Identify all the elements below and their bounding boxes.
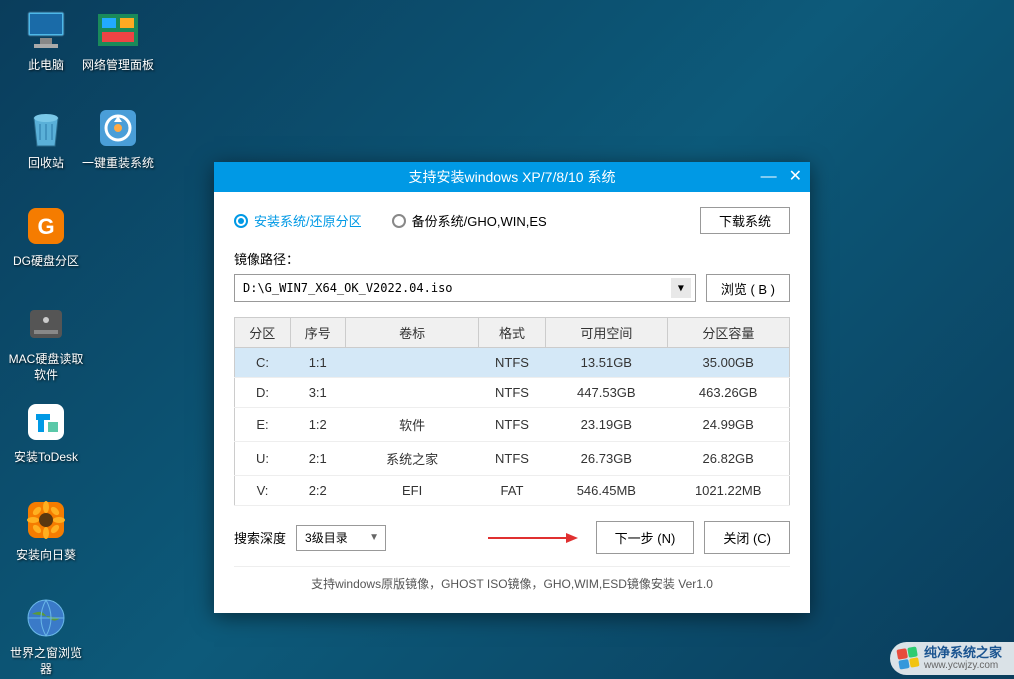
cell-vol: EFI bbox=[346, 476, 479, 506]
watermark-url: www.ycwjzy.com bbox=[924, 660, 1002, 671]
svg-text:G: G bbox=[37, 214, 54, 239]
cell-fmt: NTFS bbox=[479, 348, 546, 378]
icon-label: 此电脑 bbox=[6, 58, 86, 74]
cell-drive: V: bbox=[235, 476, 291, 506]
icon-label: 一键重装系统 bbox=[78, 156, 158, 172]
icon-label: 世界之窗浏览器 bbox=[6, 646, 86, 677]
desktop-icon-this-pc[interactable]: 此电脑 bbox=[6, 6, 86, 74]
cell-fmt: NTFS bbox=[479, 378, 546, 408]
cell-drive: E: bbox=[235, 408, 291, 442]
cell-free: 546.45MB bbox=[545, 476, 667, 506]
col-drive: 分区 bbox=[235, 318, 291, 348]
search-depth-select[interactable]: 3级目录 ▼ bbox=[296, 525, 386, 551]
chevron-down-icon: ▼ bbox=[369, 532, 379, 543]
col-seq: 序号 bbox=[290, 318, 346, 348]
desktop-icon-mac-disk[interactable]: MAC硬盘读取软件 bbox=[6, 300, 86, 383]
footer-text: 支持windows原版镜像，GHOST ISO镜像，GHO,WIM,ESD镜像安… bbox=[234, 566, 790, 598]
dg-icon: G bbox=[22, 202, 70, 250]
cell-vol bbox=[346, 348, 479, 378]
col-size: 分区容量 bbox=[667, 318, 789, 348]
hdd-icon bbox=[22, 300, 70, 348]
radio-backup[interactable]: 备份系统/GHO,WIN,ES bbox=[392, 211, 547, 230]
col-volume: 卷标 bbox=[346, 318, 479, 348]
browse-button[interactable]: 浏览 ( B ) bbox=[706, 274, 790, 302]
icon-label: MAC硬盘读取软件 bbox=[6, 352, 86, 383]
cell-size: 35.00GB bbox=[667, 348, 789, 378]
icon-label: 安装向日葵 bbox=[6, 548, 86, 564]
annotation-arrow bbox=[396, 531, 586, 545]
col-free: 可用空间 bbox=[545, 318, 667, 348]
next-button[interactable]: 下一步 (N) bbox=[596, 521, 695, 554]
cell-seq: 1:2 bbox=[290, 408, 346, 442]
partition-table: 分区 序号 卷标 格式 可用空间 分区容量 C:1:1NTFS13.51GB35… bbox=[234, 317, 790, 506]
cell-drive: U: bbox=[235, 442, 291, 476]
table-row[interactable]: D:3:1 NTFS447.53GB463.26GB bbox=[235, 378, 790, 408]
cell-free: 23.19GB bbox=[545, 408, 667, 442]
todesk-icon bbox=[22, 398, 70, 446]
icon-label: DG硬盘分区 bbox=[6, 254, 86, 270]
icon-label: 回收站 bbox=[6, 156, 86, 172]
desktop-icon-recycle-bin[interactable]: 回收站 bbox=[6, 104, 86, 172]
cell-vol bbox=[346, 378, 479, 408]
search-depth-label: 搜索深度 bbox=[234, 528, 286, 547]
desktop-icon-network-panel[interactable]: 网络管理面板 bbox=[78, 6, 158, 74]
table-row[interactable]: C:1:1 NTFS13.51GB35.00GB bbox=[235, 348, 790, 378]
watermark: 纯净系统之家 www.ycwjzy.com bbox=[890, 642, 1014, 675]
close-action-button[interactable]: 关闭 (C) bbox=[704, 521, 790, 554]
table-row[interactable]: E:1:2软件NTFS23.19GB24.99GB bbox=[235, 408, 790, 442]
window-body: 安装系统/还原分区 备份系统/GHO,WIN,ES 下载系统 镜像路径： D:\… bbox=[214, 192, 810, 613]
titlebar: 支持安装windows XP/7/8/10 系统 — ✕ bbox=[214, 162, 810, 192]
chevron-down-icon: ▼ bbox=[671, 278, 691, 298]
icon-label: 网络管理面板 bbox=[78, 58, 158, 74]
radio-checked-icon bbox=[234, 214, 248, 228]
minimize-button[interactable]: — bbox=[761, 169, 777, 185]
cell-size: 463.26GB bbox=[667, 378, 789, 408]
cell-fmt: NTFS bbox=[479, 442, 546, 476]
desktop-icon-theworld[interactable]: 世界之窗浏览器 bbox=[6, 594, 86, 677]
cell-seq: 2:1 bbox=[290, 442, 346, 476]
cell-drive: D: bbox=[235, 378, 291, 408]
desktop-icon-todesk[interactable]: 安装ToDesk bbox=[6, 398, 86, 466]
panel-icon bbox=[94, 6, 142, 54]
cell-seq: 2:2 bbox=[290, 476, 346, 506]
cell-size: 24.99GB bbox=[667, 408, 789, 442]
radio-unchecked-icon bbox=[392, 214, 406, 228]
desktop-icon-diskgenius[interactable]: G DG硬盘分区 bbox=[6, 202, 86, 270]
cell-vol: 软件 bbox=[346, 408, 479, 442]
watermark-logo-icon bbox=[896, 647, 919, 670]
sunflower-icon bbox=[22, 496, 70, 544]
col-format: 格式 bbox=[479, 318, 546, 348]
cell-size: 26.82GB bbox=[667, 442, 789, 476]
cell-seq: 3:1 bbox=[290, 378, 346, 408]
cell-free: 13.51GB bbox=[545, 348, 667, 378]
table-row[interactable]: U:2:1系统之家NTFS26.73GB26.82GB bbox=[235, 442, 790, 476]
cell-vol: 系统之家 bbox=[346, 442, 479, 476]
image-path-label: 镜像路径： bbox=[234, 249, 790, 268]
monitor-icon bbox=[22, 6, 70, 54]
window-title: 支持安装windows XP/7/8/10 系统 bbox=[409, 167, 616, 187]
trash-icon bbox=[22, 104, 70, 152]
globe-icon bbox=[22, 594, 70, 642]
radio-install-restore[interactable]: 安装系统/还原分区 bbox=[234, 211, 362, 230]
reinstall-icon bbox=[94, 104, 142, 152]
installer-window: 支持安装windows XP/7/8/10 系统 — ✕ 安装系统/还原分区 备… bbox=[214, 162, 810, 613]
cell-drive: C: bbox=[235, 348, 291, 378]
table-header-row: 分区 序号 卷标 格式 可用空间 分区容量 bbox=[235, 318, 790, 348]
icon-label: 安装ToDesk bbox=[6, 450, 86, 466]
cell-seq: 1:1 bbox=[290, 348, 346, 378]
cell-size: 1021.22MB bbox=[667, 476, 789, 506]
image-path-select[interactable]: D:\G_WIN7_X64_OK_V2022.04.iso ▼ bbox=[234, 274, 696, 302]
cell-fmt: NTFS bbox=[479, 408, 546, 442]
desktop-icon-reinstall[interactable]: 一键重装系统 bbox=[78, 104, 158, 172]
close-button[interactable]: ✕ bbox=[789, 169, 802, 185]
cell-fmt: FAT bbox=[479, 476, 546, 506]
desktop-icon-sunlogin[interactable]: 安装向日葵 bbox=[6, 496, 86, 564]
table-row[interactable]: V:2:2EFIFAT546.45MB1021.22MB bbox=[235, 476, 790, 506]
download-system-button[interactable]: 下载系统 bbox=[700, 207, 790, 234]
cell-free: 26.73GB bbox=[545, 442, 667, 476]
watermark-title: 纯净系统之家 bbox=[924, 646, 1002, 660]
image-path-value: D:\G_WIN7_X64_OK_V2022.04.iso bbox=[243, 281, 453, 295]
cell-free: 447.53GB bbox=[545, 378, 667, 408]
